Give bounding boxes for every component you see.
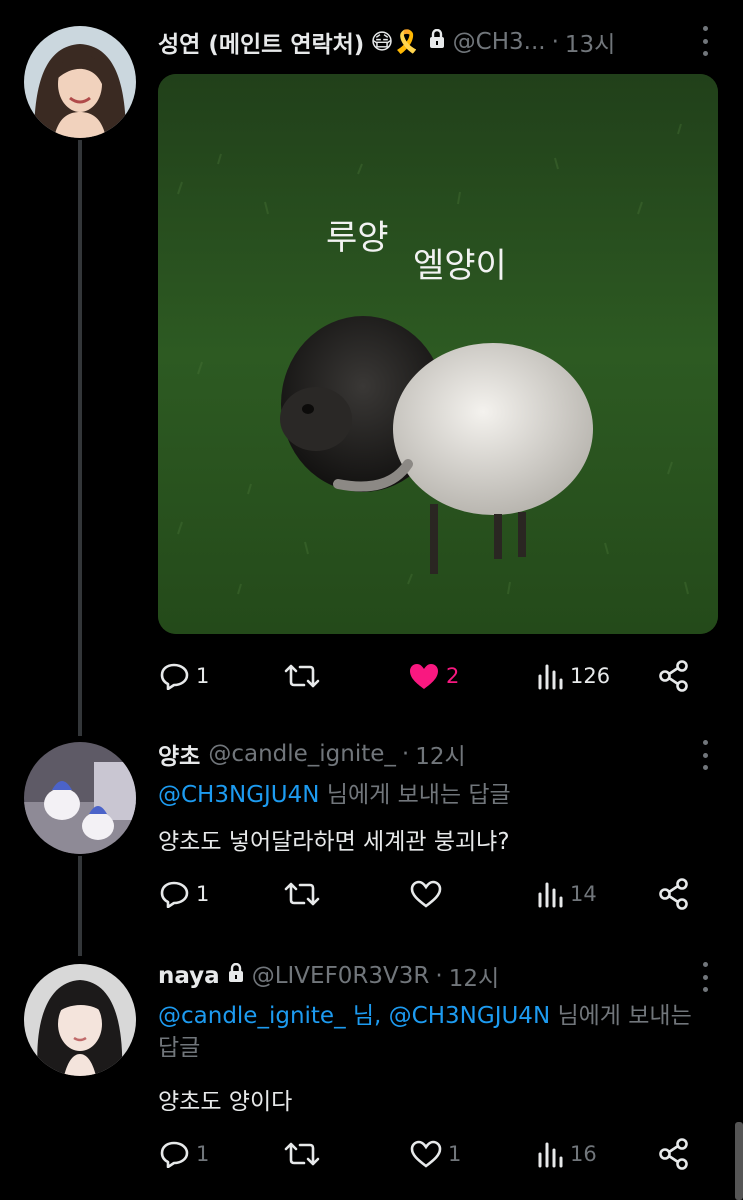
image-caption: 엘양이 [413, 246, 507, 286]
tweet-text: 양초도 양이다 [158, 1089, 293, 1115]
mention-link[interactable]: @candle_ignite_ 님, @CH3NGJU4N [158, 1003, 550, 1029]
reply-button[interactable]: 1 [160, 874, 209, 914]
handle[interactable]: @LIVEF0R3V3R [252, 963, 430, 989]
separator-dot: · [551, 29, 559, 55]
timestamp[interactable]: 13시 [565, 25, 615, 59]
tweet-main[interactable]: 성연 (메인트 연락처) 😷🎗️ @CH3... · 13시 루양 엘양이 1 … [0, 0, 743, 720]
share-button[interactable] [658, 1134, 690, 1174]
more-options-icon[interactable] [693, 740, 717, 770]
lock-icon [429, 28, 445, 55]
like-count: 1 [448, 1142, 462, 1166]
reply-icon [160, 1141, 189, 1168]
tweet-text: 양초도 넣어달라하면 세계관 붕괴냐? [158, 829, 510, 855]
views-count: 14 [570, 882, 597, 906]
views-button[interactable]: 14 [536, 874, 597, 914]
retweet-icon [284, 664, 320, 688]
avatar[interactable] [24, 742, 136, 854]
reply-count: 1 [196, 882, 210, 906]
retweet-button[interactable] [284, 1134, 326, 1174]
display-name[interactable]: 성연 (메인트 연락처) [158, 25, 364, 59]
share-icon [659, 1138, 688, 1170]
reply-count: 1 [196, 664, 210, 688]
reply-icon [160, 663, 189, 690]
sheep-photo: 루양 엘양이 [158, 74, 718, 634]
like-button[interactable]: 2 [408, 656, 459, 696]
share-icon [659, 660, 688, 692]
status-emoji: 😷🎗️ [370, 29, 421, 55]
more-options-icon[interactable] [693, 26, 717, 56]
retweet-button[interactable] [284, 656, 326, 696]
avatar[interactable] [24, 26, 136, 138]
views-icon [538, 664, 563, 690]
tweet-actions: 1 1 16 [158, 1134, 698, 1174]
retweet-button[interactable] [284, 874, 326, 914]
heart-icon [410, 1140, 442, 1168]
handle[interactable]: @candle_ignite_ [208, 741, 396, 767]
reply-count: 1 [196, 1142, 210, 1166]
handle[interactable]: @CH3... [453, 29, 546, 55]
mention-link[interactable]: @CH3NGJU4N [158, 782, 319, 808]
views-icon [538, 1142, 563, 1168]
tweet-reply[interactable]: naya @LIVEF0R3V3R · 12시 @candle_ignite_ … [0, 950, 743, 1200]
views-button[interactable]: 126 [536, 656, 610, 696]
like-count: 2 [446, 664, 460, 688]
reply-icon [160, 881, 189, 908]
reply-context: @candle_ignite_ 님, @CH3NGJU4N 님에게 보내는 답글 [158, 1000, 719, 1064]
retweet-icon [284, 882, 320, 906]
separator-dot: · [435, 963, 443, 989]
views-count: 16 [570, 1142, 597, 1166]
more-options-icon[interactable] [693, 962, 717, 992]
reply-button[interactable]: 1 [160, 1134, 209, 1174]
avatar[interactable] [24, 964, 136, 1076]
like-button[interactable]: 1 [410, 1134, 461, 1174]
share-button[interactable] [658, 656, 690, 696]
views-count: 126 [570, 664, 611, 688]
heart-filled-icon [410, 664, 438, 689]
tweet-actions: 1 14 [158, 874, 698, 914]
like-button[interactable] [410, 874, 448, 914]
tweet-reply[interactable]: 양초 @candle_ignite_ · 12시 @CH3NGJU4N 님에게 … [0, 720, 743, 950]
lock-icon [228, 962, 244, 989]
timestamp[interactable]: 12시 [415, 737, 465, 771]
reply-context: @CH3NGJU4N 님에게 보내는 답글 [158, 779, 719, 811]
heart-icon [410, 880, 442, 908]
retweet-icon [284, 1142, 320, 1166]
reply-button[interactable]: 1 [160, 656, 209, 696]
views-button[interactable]: 16 [536, 1134, 597, 1174]
separator-dot: · [401, 741, 410, 767]
tweet-actions: 1 2 126 [158, 656, 698, 696]
timestamp[interactable]: 12시 [449, 959, 499, 993]
tweet-header: 양초 @candle_ignite_ · 12시 [158, 734, 713, 774]
tweet-header: 성연 (메인트 연락처) 😷🎗️ @CH3... · 13시 [158, 22, 713, 62]
tweet-header: naya @LIVEF0R3V3R · 12시 [158, 956, 713, 996]
share-button[interactable] [658, 874, 690, 914]
display-name[interactable]: naya [158, 963, 220, 989]
scrollbar[interactable] [735, 1122, 743, 1200]
reply-context-label: 님에게 보내는 답글 [319, 782, 511, 808]
tweet-image[interactable]: 루양 엘양이 [158, 74, 718, 634]
display-name[interactable]: 양초 [158, 737, 200, 771]
image-caption: 루양 [326, 218, 389, 258]
views-icon [538, 882, 563, 908]
share-icon [659, 878, 688, 910]
